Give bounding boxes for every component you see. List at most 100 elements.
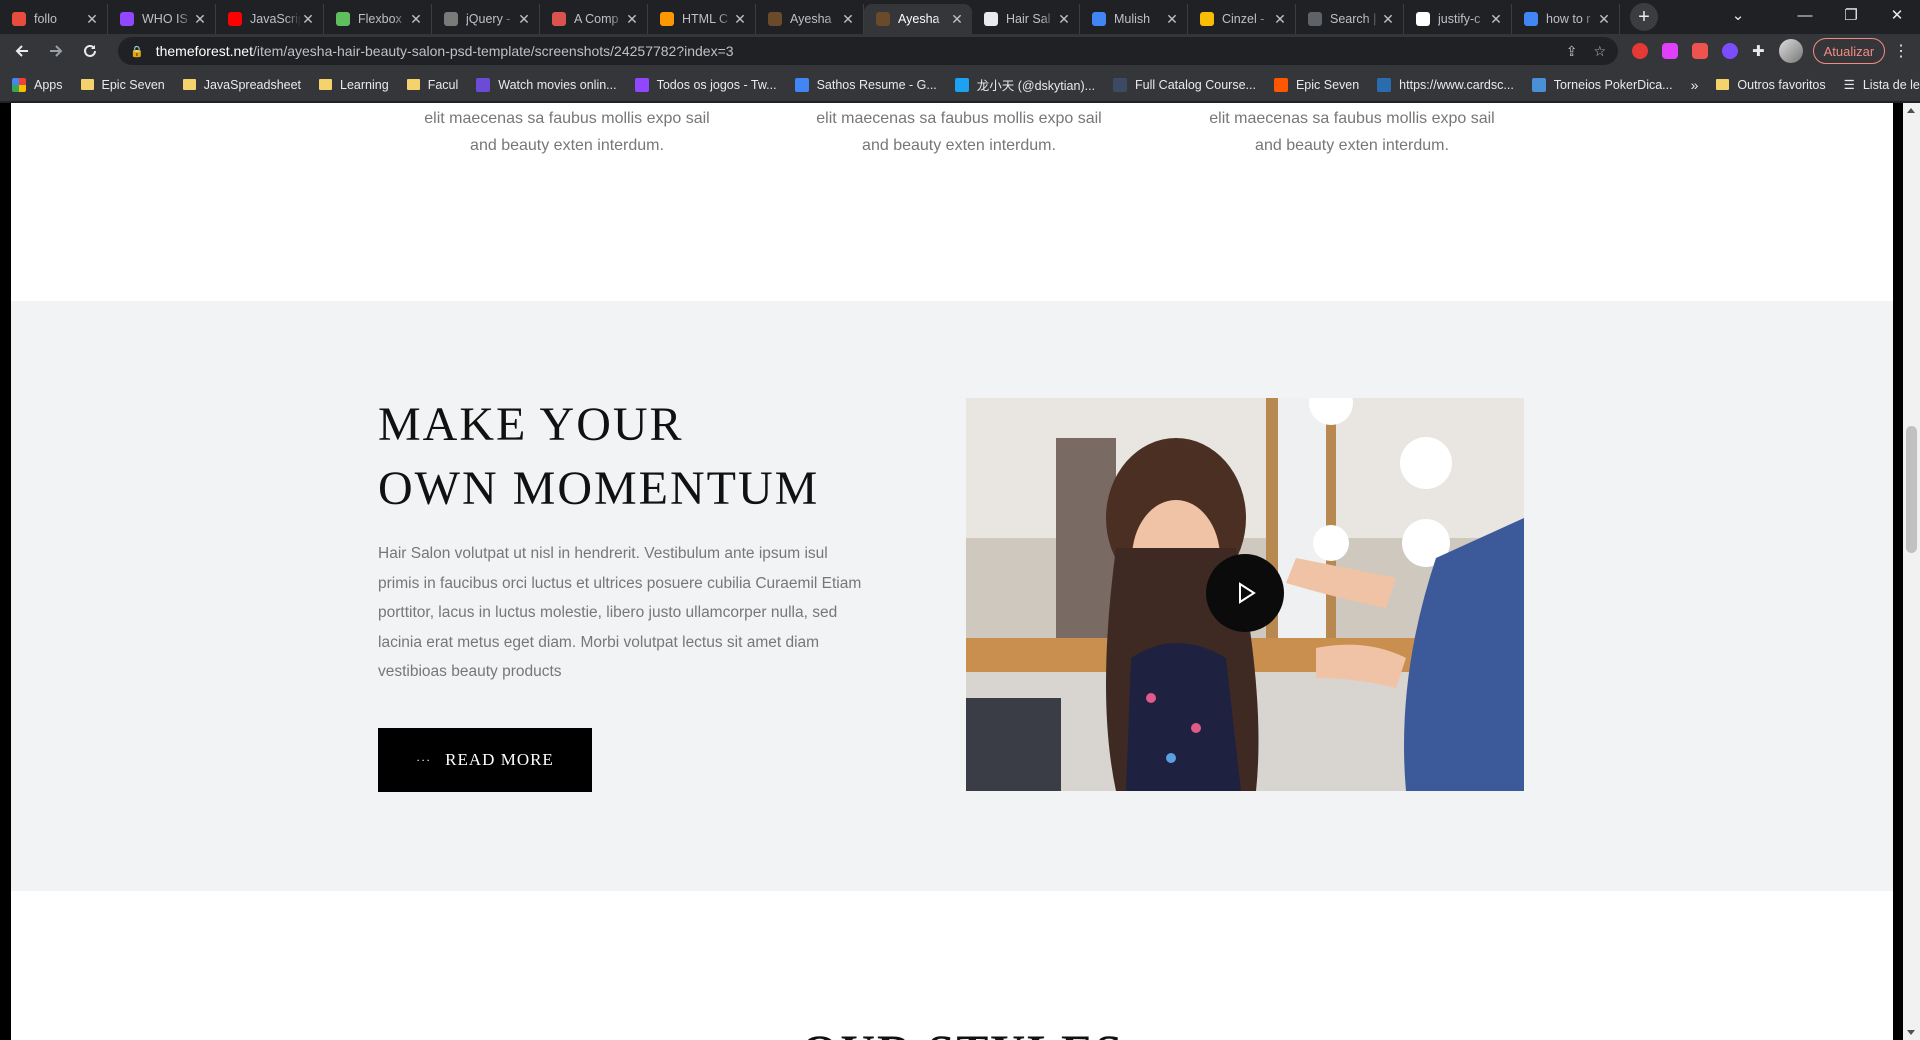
browser-tab[interactable]: how to r ✕ — [1512, 4, 1620, 34]
next-section-title: OUR STYLES — [801, 1025, 1124, 1040]
bookmark-folder[interactable]: Facul — [406, 77, 459, 92]
browser-tab[interactable]: follo ✕ — [0, 4, 108, 34]
browser-tab[interactable]: Search | ✕ — [1296, 4, 1404, 34]
bookmark-item[interactable]: Watch movies onlin... — [476, 77, 617, 92]
bookmark-item[interactable]: Todos os jogos - Tw... — [634, 77, 777, 92]
tab-favicon-icon — [444, 12, 458, 26]
bookmark-item[interactable]: Apps — [12, 77, 63, 92]
browser-tab[interactable]: Mulish ✕ — [1080, 4, 1188, 34]
restore-icon[interactable]: ❐ — [1828, 6, 1874, 24]
browser-tab[interactable]: Ayesha ✕ — [864, 4, 972, 34]
tab-close-icon[interactable]: ✕ — [950, 11, 964, 28]
tab-close-icon[interactable]: ✕ — [733, 11, 747, 28]
back-icon[interactable] — [8, 37, 36, 65]
reading-list-button[interactable]: ☰ Lista de leitura — [1844, 77, 1920, 93]
tab-favicon-icon — [228, 12, 242, 26]
tab-close-icon[interactable]: ✕ — [625, 11, 639, 28]
browser-tab[interactable]: Ayesha ✕ — [756, 4, 864, 34]
bookmark-star-icon[interactable]: ☆ — [1593, 43, 1606, 60]
bookmark-item[interactable]: Torneios PokerDica... — [1531, 77, 1673, 92]
tab-close-icon[interactable]: ✕ — [1381, 11, 1395, 28]
tab-favicon-icon — [1092, 12, 1106, 26]
bookmark-folder[interactable]: Epic Seven — [80, 78, 165, 92]
tab-title: Hair Sal — [1006, 12, 1051, 26]
folder-icon — [319, 79, 333, 90]
minimize-icon[interactable]: — — [1782, 7, 1828, 24]
folder-icon — [182, 79, 196, 90]
tab-title: follo — [34, 12, 57, 26]
extension-icon[interactable] — [1692, 43, 1708, 59]
browser-tab[interactable]: WHO IS ✕ — [108, 4, 216, 34]
browser-tab[interactable]: Hair Sal ✕ — [972, 4, 1080, 34]
tab-close-icon[interactable]: ✕ — [1597, 11, 1611, 28]
tab-title: justify-c — [1438, 12, 1481, 26]
forward-icon[interactable] — [42, 37, 70, 65]
tab-close-icon[interactable]: ✕ — [85, 11, 99, 28]
tab-title: Ayesha — [790, 12, 832, 26]
url-path: /item/ayesha-hair-beauty-salon-psd-templ… — [252, 43, 734, 59]
browser-tab[interactable]: jQuery - ✕ — [432, 4, 540, 34]
play-icon — [1239, 582, 1256, 604]
more-menu-icon[interactable]: ⋮ — [1893, 41, 1909, 61]
play-button[interactable] — [1206, 554, 1284, 632]
extension-icon[interactable] — [1722, 43, 1738, 59]
tab-title: HTML C — [682, 12, 729, 26]
tab-close-icon[interactable]: ✕ — [1165, 11, 1179, 28]
browser-tab[interactable]: Flexbox ✕ — [324, 4, 432, 34]
tab-close-icon[interactable]: ✕ — [841, 11, 855, 28]
read-more-button[interactable]: ··· READ MORE — [378, 728, 592, 792]
address-bar[interactable]: 🔒 themeforest.net /item/ayesha-hair-beau… — [118, 37, 1618, 65]
extension-icon[interactable] — [1632, 43, 1648, 59]
tab-close-icon[interactable]: ✕ — [409, 11, 423, 28]
tab-close-icon[interactable]: ✕ — [1273, 11, 1287, 28]
window-controls: ⌄ — ❐ ✕ — [1718, 0, 1920, 30]
puzzle-icon[interactable]: ✚ — [1752, 42, 1765, 60]
bookmark-favicon-icon — [1113, 77, 1128, 92]
bookmark-item[interactable]: 龙小天 (@dskytian)... — [954, 75, 1095, 94]
url-host: themeforest.net — [155, 43, 253, 59]
new-tab-button[interactable]: + — [1630, 3, 1658, 31]
share-icon[interactable]: ⇪ — [1566, 43, 1578, 60]
features-section: elit maecenas sa faubus mollis expo sail… — [11, 103, 1893, 301]
bookmark-label: Torneios PokerDica... — [1553, 77, 1673, 92]
browser-tab[interactable]: JavaScrip ✕ — [216, 4, 324, 34]
profile-avatar[interactable] — [1778, 39, 1803, 63]
close-window-icon[interactable]: ✕ — [1874, 6, 1920, 24]
bookmark-item[interactable]: Epic Seven — [1273, 77, 1359, 92]
extension-icon[interactable] — [1662, 43, 1678, 59]
reload-icon[interactable] — [76, 37, 104, 65]
other-bookmarks-folder[interactable]: Outros favoritos — [1716, 78, 1826, 92]
tab-favicon-icon — [12, 12, 26, 26]
tab-close-icon[interactable]: ✕ — [1057, 11, 1071, 28]
scroll-down-icon[interactable] — [1907, 1030, 1915, 1035]
tab-close-icon[interactable]: ✕ — [301, 11, 315, 28]
bookmark-label: Sathos Resume - G... — [816, 77, 937, 92]
tab-close-icon[interactable]: ✕ — [1489, 11, 1503, 28]
page-scrollbar[interactable] — [1903, 103, 1920, 1040]
browser-tab[interactable]: justify-c ✕ — [1404, 4, 1512, 34]
tab-title: JavaScrip — [250, 12, 301, 26]
tab-favicon-icon — [120, 12, 134, 26]
browser-tab[interactable]: HTML C ✕ — [648, 4, 756, 34]
scroll-up-icon[interactable] — [1907, 108, 1915, 113]
browser-tab[interactable]: A Comp ✕ — [540, 4, 648, 34]
tab-search-icon[interactable]: ⌄ — [1718, 6, 1758, 24]
bookmark-folder[interactable]: JavaSpreadsheet — [182, 78, 301, 92]
bookmark-item[interactable]: Sathos Resume - G... — [794, 77, 937, 92]
section-headline: MAKE YOUR OWN MOMENTUM — [378, 398, 820, 515]
tab-close-icon[interactable]: ✕ — [517, 11, 531, 28]
salon-video-thumbnail[interactable] — [966, 398, 1524, 791]
bookmark-label: https://www.cardsc... — [1399, 77, 1514, 92]
tab-close-icon[interactable]: ✕ — [193, 11, 207, 28]
bookmark-item[interactable]: https://www.cardsc... — [1377, 77, 1514, 92]
lock-icon[interactable]: 🔒 — [130, 45, 144, 58]
bookmark-label: Facul — [427, 77, 459, 92]
bookmarks-overflow-icon[interactable]: » — [1691, 77, 1699, 93]
bookmark-folder[interactable]: Learning — [319, 78, 389, 92]
tab-title: how to r — [1546, 12, 1591, 26]
update-button[interactable]: Atualizar — [1812, 38, 1886, 64]
bookmark-item[interactable]: Full Catalog Course... — [1113, 77, 1256, 92]
browser-tab[interactable]: Cinzel - ✕ — [1188, 4, 1296, 34]
scrollbar-thumb[interactable] — [1906, 426, 1917, 553]
tab-favicon-icon — [984, 12, 998, 26]
